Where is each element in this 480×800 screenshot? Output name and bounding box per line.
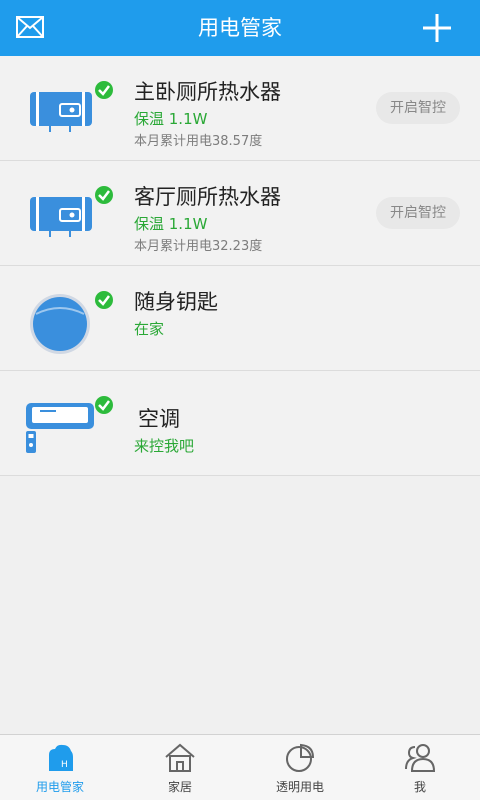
water-heater-icon: [30, 81, 113, 132]
tab-label: 用电管家: [35, 780, 84, 794]
top-bar: 用电管家: [0, 0, 480, 56]
device-item-air-conditioner[interactable]: 空调 来控我吧: [0, 371, 480, 476]
device-status: 保温 1.1W: [134, 110, 208, 128]
tab-label: 我: [413, 780, 426, 794]
page-title: 用电管家: [198, 16, 282, 40]
bottom-tab-bar: H 用电管家 家居 透明用电 我: [0, 734, 480, 800]
device-status: 在家: [134, 320, 165, 338]
device-name: 客厅厕所热水器: [134, 185, 281, 209]
tab-label: 家居: [167, 780, 192, 794]
svg-text:H: H: [61, 760, 68, 770]
plus-icon[interactable]: [422, 13, 452, 43]
tab-home[interactable]: 家居: [120, 735, 240, 800]
device-list: 主卧厕所热水器 保温 1.1W 本月累计用电38.57度 开启智控 客厅厕所热水…: [0, 56, 480, 476]
device-usage: 本月累计用电38.57度: [134, 134, 263, 149]
tab-label: 透明用电: [275, 780, 324, 794]
user-icon: [405, 744, 436, 772]
key-fob-icon: [30, 291, 113, 354]
device-name: 随身钥匙: [134, 290, 218, 314]
device-status: 保温 1.1W: [134, 215, 208, 233]
device-item-living-bath-heater[interactable]: 客厅厕所热水器 保温 1.1W 本月累计用电32.23度 开启智控: [0, 161, 480, 266]
smart-control-button[interactable]: 开启智控: [376, 92, 460, 124]
pie-chart-icon: [286, 743, 315, 772]
device-name: 主卧厕所热水器: [134, 80, 281, 104]
smart-control-button[interactable]: 开启智控: [376, 197, 460, 229]
device-item-master-bath-heater[interactable]: 主卧厕所热水器 保温 1.1W 本月累计用电38.57度 开启智控: [0, 56, 480, 161]
device-status: 来控我吧: [134, 437, 195, 455]
air-conditioner-icon: [26, 396, 113, 453]
tab-power-manager[interactable]: H 用电管家: [0, 735, 120, 800]
power-manager-icon: H: [49, 744, 73, 771]
tab-me[interactable]: 我: [360, 735, 480, 800]
home-icon: [165, 743, 195, 772]
device-name: 空调: [138, 407, 180, 431]
device-usage: 本月累计用电32.23度: [134, 239, 263, 254]
tab-transparent-power[interactable]: 透明用电: [240, 735, 360, 800]
device-item-key-fob[interactable]: 随身钥匙 在家: [0, 266, 480, 371]
water-heater-icon: [30, 186, 113, 237]
